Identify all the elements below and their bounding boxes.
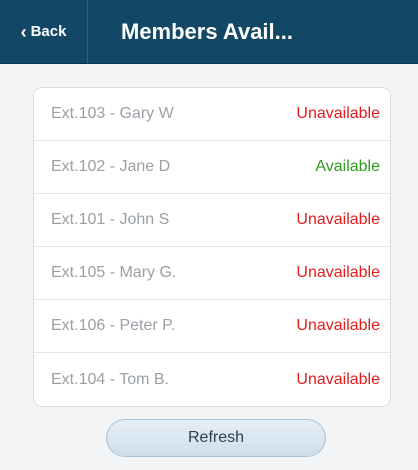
member-status: Unavailable [296,370,380,388]
page-title: Members Avail... [121,19,293,44]
member-name: Ext.103 - Gary W [51,105,174,122]
member-status: Unavailable [296,105,380,122]
member-name: Ext.102 - Jane D [51,158,171,175]
navigation-bar: ‹ Back Members Avail... [0,0,418,64]
member-status: Unavailable [296,211,380,228]
list-item[interactable]: Ext.101 - John S Unavailable [34,194,390,247]
member-name: Ext.106 - Peter P. [51,317,176,334]
member-name: Ext.105 - Mary G. [51,264,177,281]
refresh-button[interactable]: Refresh [106,419,326,457]
back-button-label: Back [30,23,67,40]
list-item[interactable]: Ext.102 - Jane D Available [34,141,390,194]
list-item[interactable]: Ext.104 - Tom B. Unavailable [34,353,390,406]
members-list: Ext.103 - Gary W Unavailable Ext.102 - J… [33,87,391,407]
member-status: Available [315,158,380,175]
list-item[interactable]: Ext.103 - Gary W Unavailable [34,88,390,141]
chevron-left-icon: ‹ [20,21,27,42]
list-item[interactable]: Ext.105 - Mary G. Unavailable [34,247,390,300]
member-name: Ext.101 - John S [51,211,170,228]
list-item[interactable]: Ext.106 - Peter P. Unavailable [34,300,390,353]
member-status: Unavailable [296,264,380,281]
member-name: Ext.104 - Tom B. [51,370,169,388]
member-status: Unavailable [296,317,380,334]
back-button[interactable]: ‹ Back [0,0,88,63]
